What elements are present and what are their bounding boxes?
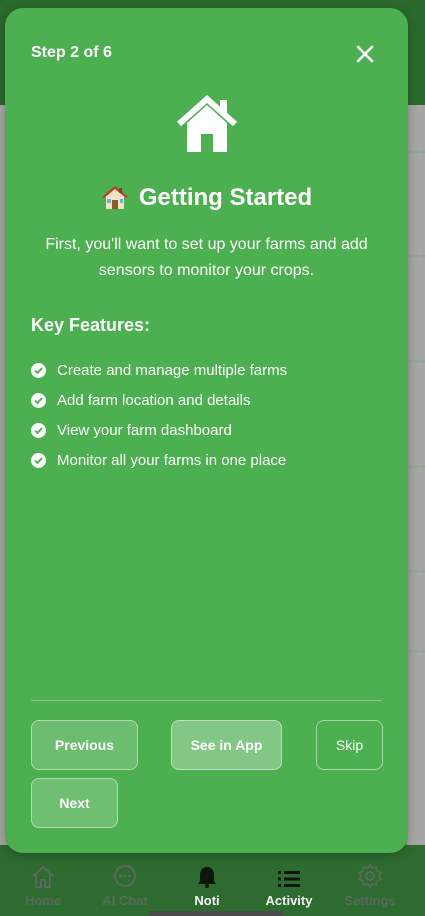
gear-icon xyxy=(357,863,383,889)
chat-icon xyxy=(114,865,136,887)
check-icon xyxy=(31,392,46,408)
feature-item: Add farm location and details xyxy=(31,385,287,415)
skip-button[interactable]: Skip xyxy=(316,720,383,770)
nav-label-noti: Noti xyxy=(194,893,220,908)
nav-item-noti[interactable]: Noti xyxy=(186,845,228,916)
close-icon xyxy=(356,45,374,63)
check-icon xyxy=(31,362,46,378)
bell-icon xyxy=(198,867,216,888)
background-content-right xyxy=(407,105,425,845)
nav-label-settings: Settings xyxy=(344,893,396,908)
feature-item: Create and manage multiple farms xyxy=(31,355,287,385)
feature-text: Add farm location and details xyxy=(57,391,251,409)
nav-label-ai-chat: AI Chat xyxy=(102,893,148,908)
home-icon xyxy=(175,94,239,156)
check-icon xyxy=(31,452,46,468)
bottom-nav: Home AI Chat Noti Activity Settings xyxy=(0,845,425,916)
feature-text: View your farm dashboard xyxy=(57,421,232,439)
house-emoji-icon xyxy=(101,184,129,212)
next-button[interactable]: Next xyxy=(31,778,118,828)
list-icon xyxy=(278,871,300,887)
features-list: Create and manage multiple farms Add far… xyxy=(31,355,287,475)
nav-item-settings[interactable]: Settings xyxy=(340,845,400,916)
nav-item-activity[interactable]: Activity xyxy=(262,845,316,916)
divider xyxy=(31,700,382,701)
step-indicator: Step 2 of 6 xyxy=(31,44,112,61)
onboarding-modal: Step 2 of 6 Getting Started First, you'l… xyxy=(5,8,408,853)
close-button[interactable] xyxy=(353,42,377,66)
nav-item-home[interactable]: Home xyxy=(18,845,68,916)
feature-item: Monitor all your farms in one place xyxy=(31,445,287,475)
check-icon xyxy=(31,422,46,438)
modal-description: First, you'll want to set up your farms … xyxy=(45,236,368,279)
feature-item: View your farm dashboard xyxy=(31,415,287,445)
feature-text: Monitor all your farms in one place xyxy=(57,451,287,469)
feature-text: Create and manage multiple farms xyxy=(57,361,288,379)
nav-item-ai-chat[interactable]: AI Chat xyxy=(98,845,152,916)
home-indicator xyxy=(148,911,284,916)
modal-title: Getting Started xyxy=(5,184,408,212)
home-icon xyxy=(32,865,54,888)
previous-button[interactable]: Previous xyxy=(31,720,138,770)
modal-title-text: Getting Started xyxy=(138,184,313,211)
see-in-app-button[interactable]: See in App xyxy=(171,720,282,770)
features-heading: Key Features: xyxy=(31,315,151,335)
nav-label-home: Home xyxy=(24,893,62,908)
nav-label-activity: Activity xyxy=(265,893,313,908)
